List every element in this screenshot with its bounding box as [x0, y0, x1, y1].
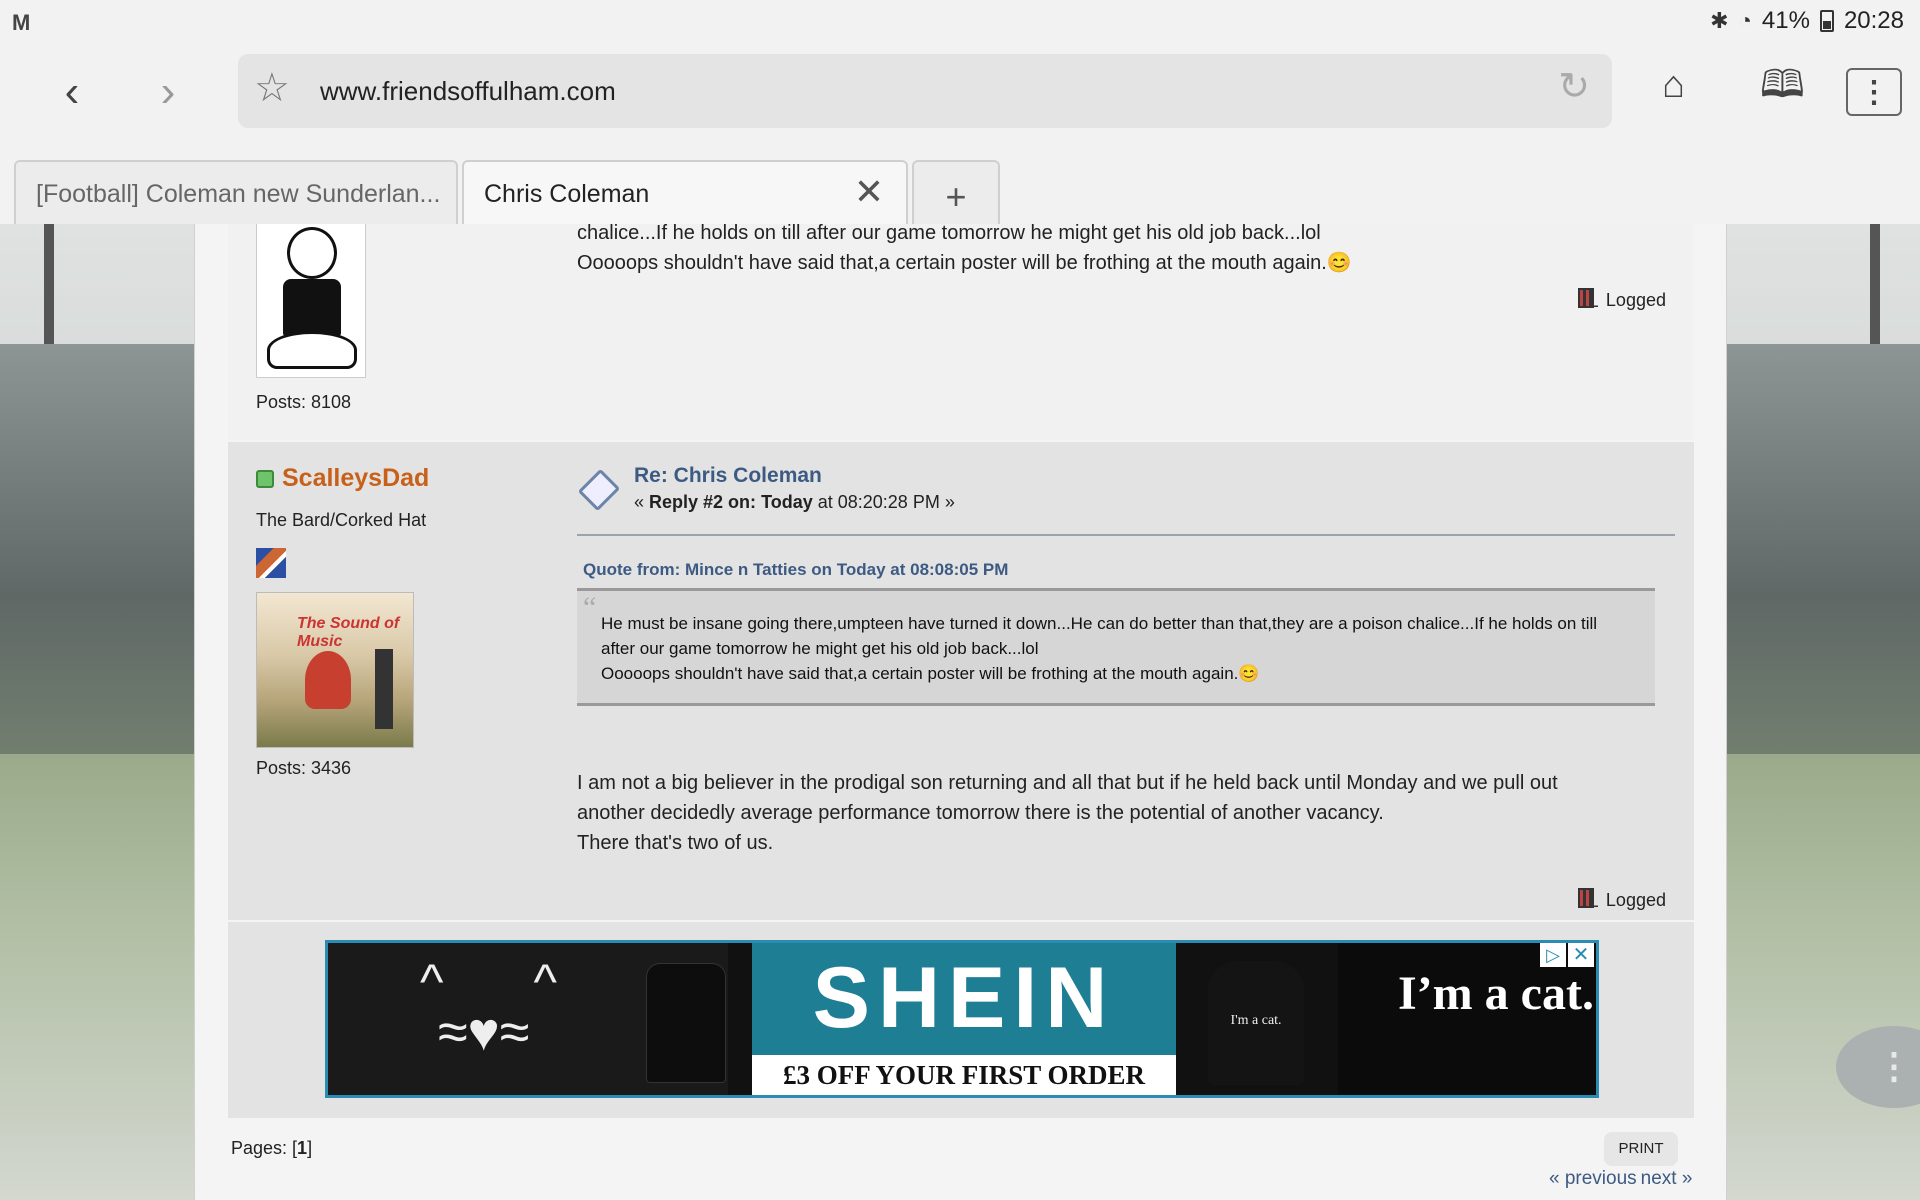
forward-button[interactable]: ›	[146, 70, 190, 114]
ad-sweater-image	[646, 963, 726, 1083]
user-avatar	[256, 224, 366, 378]
ad-hoodie-image: I'm a cat.	[1208, 961, 1304, 1085]
quote-header-link[interactable]: Quote from: Mince n Tatties on Today at …	[583, 560, 1008, 580]
battery-percent: 41%	[1761, 7, 1810, 34]
avatar-figure-body	[283, 279, 341, 337]
logged-label: Logged	[1605, 889, 1666, 910]
forum-post: Posts: 8108 chalice...If he holds on til…	[228, 224, 1694, 440]
user-avatar: The Sound of Music	[256, 592, 414, 748]
browser-toolbar: ‹ › ☆ www.friendsoffulham.com ↻ ⌂ 🕮 ⋮	[0, 44, 1920, 160]
ad-sweater-panel[interactable]: ^^ ≈♥≈	[328, 943, 728, 1095]
next-topic-link[interactable]: next »	[1641, 1168, 1693, 1189]
online-status-icon	[256, 469, 274, 488]
vertical-dots-icon: ⋮	[1859, 75, 1889, 109]
ad-container: ^^ ≈♥≈ SHEIN £3 OFF YOUR FIRST ORDER I'm…	[228, 922, 1694, 1118]
avatar-figure-potty	[267, 331, 357, 369]
back-button[interactable]: ‹	[50, 70, 94, 114]
topic-navigation: « previous next »	[1549, 1168, 1696, 1190]
bluetooth-icon: ✱	[1710, 8, 1729, 33]
reply-time: at 08:20:28 PM »	[812, 492, 955, 512]
ip-logged-icon	[1576, 888, 1602, 912]
current-page: 1	[297, 1138, 308, 1158]
reply-day: Today	[761, 492, 813, 512]
tab-strip: [Football] Coleman new Sunderlan... Chri…	[0, 160, 1920, 224]
plus-icon: +	[945, 176, 967, 217]
shein-banner-ad[interactable]: ^^ ≈♥≈ SHEIN £3 OFF YOUR FIRST ORDER I'm…	[325, 940, 1599, 1098]
avatar-album-title: The Sound of Music	[297, 615, 400, 650]
stand-right	[1700, 344, 1920, 764]
post-line: another decidedly average performance to…	[577, 802, 1384, 824]
post-line: There that's two of us.	[577, 832, 774, 854]
reply-number[interactable]: Reply #2 on:	[649, 492, 756, 512]
quote-mark-icon: “	[583, 591, 597, 624]
post-meta: « Reply #2 on: Today at 08:20:28 PM »	[634, 492, 955, 513]
post-count: Posts: 8108	[256, 392, 352, 412]
adchoices-icon[interactable]: ▷	[1540, 943, 1566, 967]
quote-line: Ooooops shouldn't have said that,a certa…	[601, 664, 1260, 683]
post-body: I am not a big believer in the prodigal …	[577, 768, 1637, 858]
ad-brand-text: SHEIN	[812, 950, 1116, 1046]
pages-label: Pages: [	[231, 1138, 298, 1158]
post-line: chalice...If he holds on till after our …	[577, 224, 1321, 244]
forum-post: ScalleysDad The Bard/Corked Hat The Soun…	[228, 442, 1694, 920]
forum-page: Posts: 8108 chalice...If he holds on til…	[194, 224, 1727, 1200]
avatar-figure	[375, 649, 393, 729]
url-text[interactable]: www.friendsoffulham.com	[320, 76, 616, 107]
status-bar: M ✱ ◔ 41% 20:28	[0, 0, 1920, 44]
hoodie-print: I'm a cat.	[1230, 1013, 1282, 1028]
ad-close-icon[interactable]: ✕	[1568, 943, 1594, 967]
vertical-dots-icon: ⋮	[1876, 1045, 1912, 1086]
app-notification-icon: M	[12, 10, 31, 35]
quote-line: He must be insane going there,umpteen ha…	[601, 614, 1598, 633]
battery-icon	[1819, 10, 1834, 32]
pages-end: ]	[307, 1138, 313, 1158]
pagination: Pages: [1]	[231, 1138, 312, 1159]
address-bar[interactable]: ☆ www.friendsoffulham.com ↻	[238, 54, 1612, 128]
home-icon[interactable]: ⌂	[1662, 66, 1685, 104]
print-button[interactable]: PRINT	[1604, 1132, 1678, 1166]
ip-logged-icon	[1576, 288, 1602, 312]
quote-block: “ He must be insane going there,umpteen …	[577, 588, 1655, 706]
post-count: Posts: 3436	[256, 758, 352, 778]
post-line: Ooooops shouldn't have said that,a certa…	[577, 252, 1352, 274]
more-menu-button[interactable]: ⋮	[1846, 68, 1902, 116]
wifi-icon: ◔	[1738, 8, 1752, 33]
tab-label: [Football] Coleman new Sunderlan...	[36, 180, 441, 208]
bookmark-star-icon[interactable]: ☆	[254, 68, 290, 108]
user-title: The Bard/Corked Hat	[256, 510, 427, 530]
meta-prefix: «	[634, 492, 650, 512]
ad-tagline-text: I’m a cat.	[1398, 967, 1594, 1020]
logged-indicator: Logged	[1576, 888, 1666, 912]
quote-line: after our game tomorrow he might get his…	[601, 639, 1039, 658]
post-body: chalice...If he holds on till after our …	[577, 224, 1637, 278]
post-topic-icon	[577, 470, 617, 506]
ad-offer-text: £3 OFF YOUR FIRST ORDER	[752, 1055, 1176, 1095]
ad-brand-panel[interactable]: SHEIN £3 OFF YOUR FIRST ORDER	[752, 943, 1176, 1095]
avatar-figure	[305, 651, 351, 709]
logged-indicator: Logged	[1576, 288, 1666, 312]
post-line: I am not a big believer in the prodigal …	[577, 772, 1558, 794]
logged-label: Logged	[1605, 289, 1666, 310]
post-subject-link[interactable]: Re: Chris Coleman	[634, 464, 822, 488]
username-text[interactable]: ScalleysDad	[282, 464, 429, 493]
avatar-figure-head	[287, 227, 337, 279]
chevron-right-icon: ›	[160, 67, 176, 116]
clock: 20:28	[1843, 7, 1904, 34]
bookmarks-icon[interactable]: 🕮	[1760, 66, 1805, 104]
poster-username[interactable]: ScalleysDad	[256, 464, 429, 493]
chevron-left-icon: ‹	[64, 67, 80, 116]
tab-label: Chris Coleman	[484, 180, 650, 208]
stand-left	[0, 344, 220, 764]
close-tab-icon[interactable]: ✕	[854, 174, 884, 210]
status-bar-right: ✱ ◔ 41% 20:28	[1710, 7, 1904, 35]
tab-chris-coleman[interactable]: Chris Coleman ✕	[462, 160, 908, 224]
cat-face-graphic: ≈♥≈	[438, 1002, 530, 1062]
flag-badge-icon	[256, 548, 286, 578]
new-tab-button[interactable]: +	[912, 160, 1000, 224]
divider	[577, 534, 1675, 536]
reload-icon[interactable]: ↻	[1558, 68, 1590, 106]
previous-topic-link[interactable]: « previous	[1549, 1168, 1637, 1189]
tab-football[interactable]: [Football] Coleman new Sunderlan...	[14, 160, 458, 224]
